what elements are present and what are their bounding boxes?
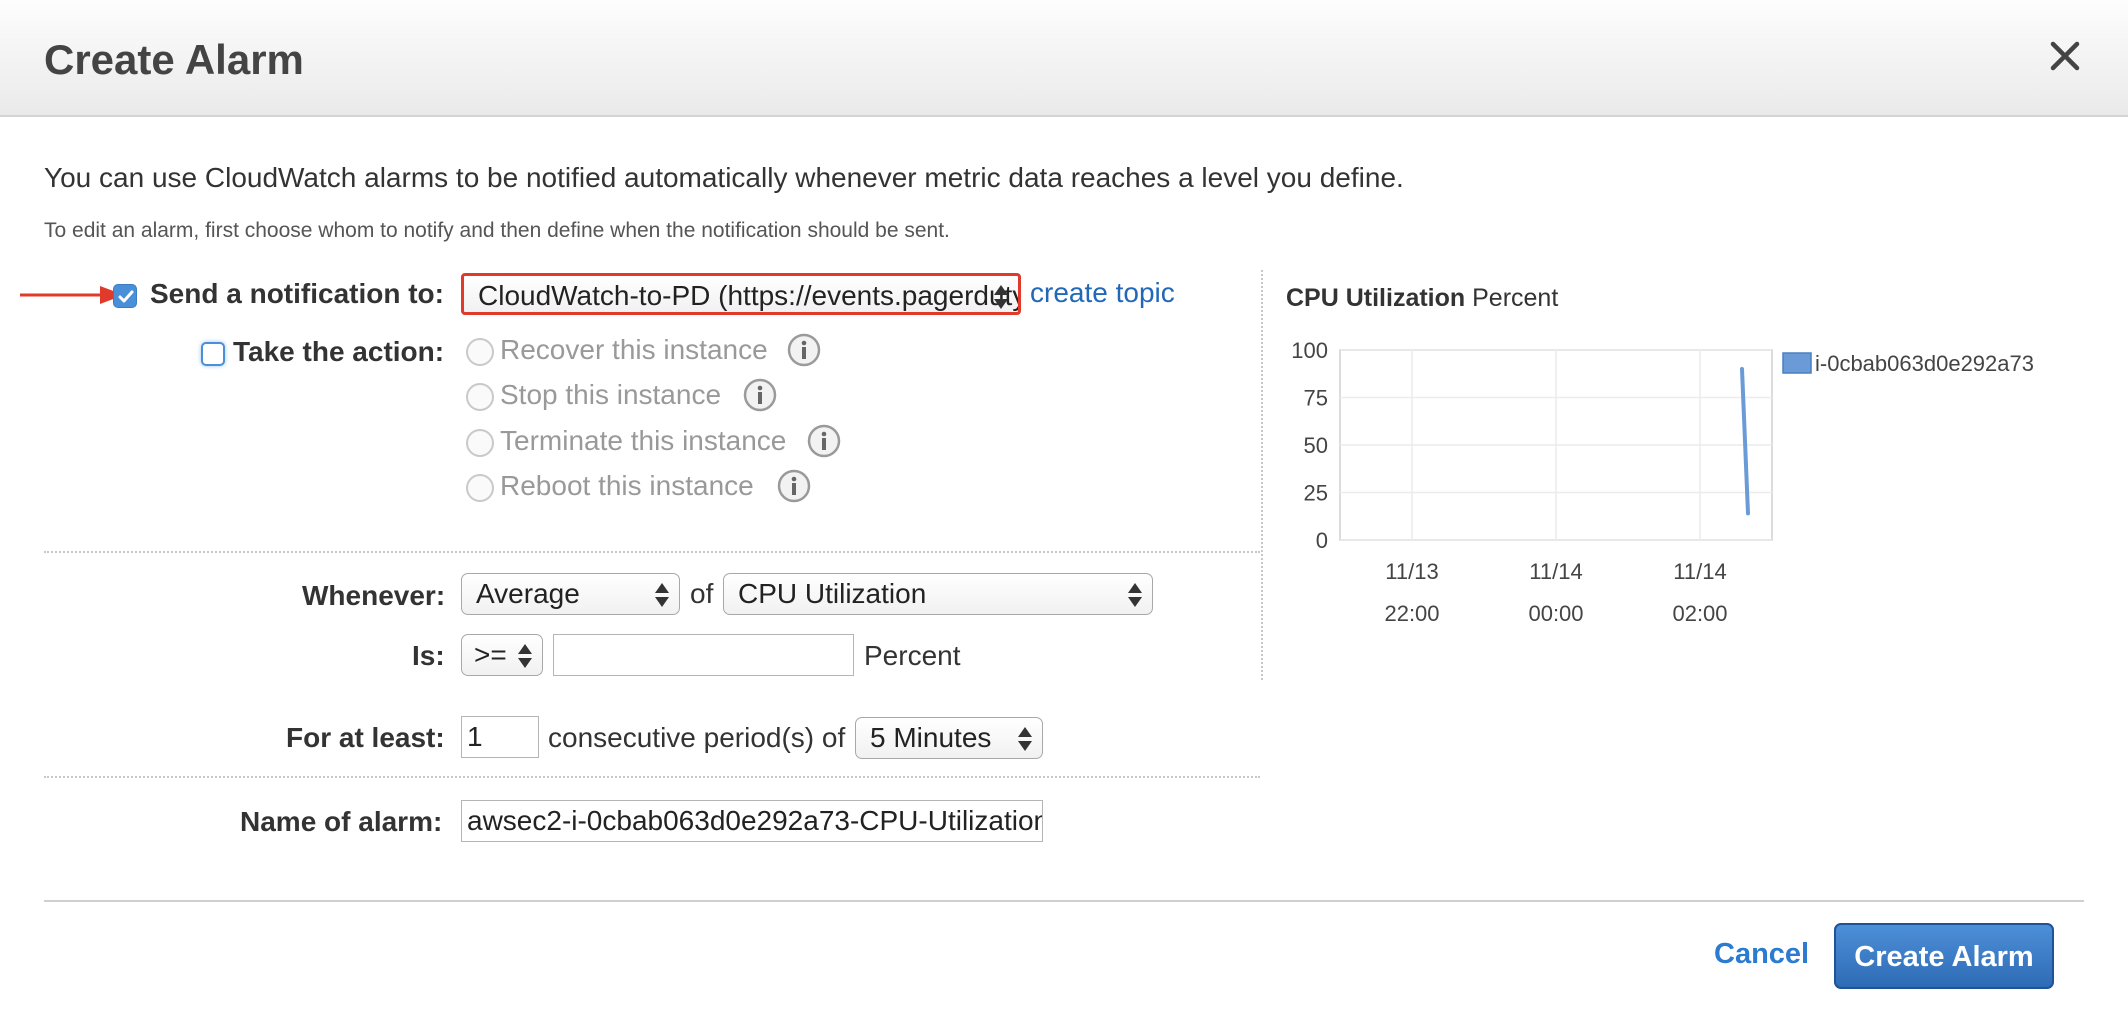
periods-text: consecutive period(s) of — [548, 722, 846, 753]
footer-divider — [44, 900, 2084, 902]
alarm-name-label: Name of alarm: — [240, 806, 443, 837]
chart-unit: Percent — [1472, 284, 1559, 312]
metric-value: CPU Utilization — [738, 578, 927, 609]
x-tick-date: 11/13 — [1385, 559, 1438, 584]
select-arrows-icon — [1018, 727, 1032, 751]
action-label: Take the action: — [233, 336, 445, 367]
intro-subtext: To edit an alarm, first choose whom to n… — [44, 219, 950, 242]
y-tick-label: 75 — [1304, 386, 1328, 411]
section-divider — [44, 776, 1260, 778]
info-icon[interactable] — [807, 424, 841, 458]
annotation-arrow — [20, 286, 124, 304]
cpu-utilization-chart: 100 75 50 25 0 11/13 22:00 11/14 00:00 11/14 02:00… — [1291, 338, 2034, 626]
unit-text: Percent — [864, 640, 961, 671]
notification-topic-value: CloudWatch-to-PD (https://events.pagerdu… — [478, 280, 1021, 311]
select-arrows-icon — [518, 644, 532, 668]
select-arrows-icon — [655, 583, 669, 607]
y-tick-label: 50 — [1304, 433, 1328, 458]
radio-button[interactable] — [466, 338, 494, 366]
y-tick-label: 0 — [1316, 528, 1328, 553]
x-tick-time: 22:00 — [1384, 601, 1439, 626]
is-label: Is: — [412, 640, 445, 671]
info-icon[interactable] — [777, 469, 811, 503]
action-checkbox[interactable] — [201, 342, 225, 366]
intro-text: You can use CloudWatch alarms to be noti… — [44, 162, 1404, 193]
select-arrows-icon — [994, 285, 1008, 309]
radio-label: Recover this instance — [500, 334, 768, 365]
select-arrows-icon — [1128, 583, 1142, 607]
x-tick-date: 11/14 — [1673, 559, 1726, 584]
y-tick-label: 25 — [1304, 481, 1328, 506]
checkmark-icon — [118, 290, 134, 303]
create-topic-link[interactable]: create topic — [1030, 277, 1175, 309]
x-tick-time: 00:00 — [1528, 601, 1583, 626]
notification-topic-select[interactable]: CloudWatch-to-PD (https://events.pagerdu… — [461, 273, 1021, 315]
statistic-select[interactable]: Average — [461, 573, 680, 615]
data-point — [1746, 511, 1750, 515]
dialog-title: Create Alarm — [44, 36, 304, 83]
whenever-label: Whenever: — [302, 580, 446, 611]
of-text: of — [690, 578, 714, 609]
dialog-header: Create Alarm — [0, 0, 2128, 117]
operator-value: >= — [474, 639, 507, 670]
period-length-value: 5 Minutes — [870, 722, 992, 753]
radio-label: Terminate this instance — [500, 425, 787, 456]
radio-button[interactable] — [466, 429, 494, 457]
radio-label: Reboot this instance — [500, 470, 754, 501]
chart-title: CPU Utilization Percent — [1286, 284, 1558, 313]
x-tick-time: 02:00 — [1672, 601, 1727, 626]
info-icon[interactable] — [743, 378, 777, 412]
legend-label: i-0cbab063d0e292a73 — [1815, 351, 2034, 376]
alarm-name-input[interactable]: awsec2-i-0cbab063d0e292a73-CPU-Utilizati… — [461, 800, 1043, 842]
radio-label: Stop this instance — [500, 379, 722, 410]
statistic-value: Average — [476, 578, 580, 609]
radio-button[interactable] — [466, 474, 494, 502]
period-length-select[interactable]: 5 Minutes — [855, 717, 1043, 759]
data-point — [1740, 367, 1744, 371]
info-icon[interactable] — [787, 333, 821, 367]
notification-checkbox[interactable] — [113, 284, 137, 308]
section-divider — [44, 551, 1260, 553]
chart-metric-name: CPU Utilization — [1286, 284, 1466, 312]
threshold-input[interactable] — [553, 634, 854, 676]
x-tick-date: 11/14 — [1529, 559, 1582, 584]
column-divider — [1261, 270, 1263, 680]
close-icon[interactable] — [2045, 36, 2085, 76]
radio-button[interactable] — [466, 383, 494, 411]
periods-input[interactable]: 1 — [461, 716, 539, 758]
legend-swatch — [1782, 352, 1812, 374]
metric-select[interactable]: CPU Utilization — [723, 573, 1153, 615]
for-at-least-label: For at least: — [286, 722, 445, 753]
notification-label: Send a notification to: — [150, 278, 444, 309]
y-tick-label: 100 — [1291, 338, 1328, 363]
cancel-button[interactable]: Cancel — [1714, 938, 1809, 971]
create-alarm-button[interactable]: Create Alarm — [1834, 923, 2054, 989]
operator-select[interactable]: >= — [461, 634, 543, 676]
